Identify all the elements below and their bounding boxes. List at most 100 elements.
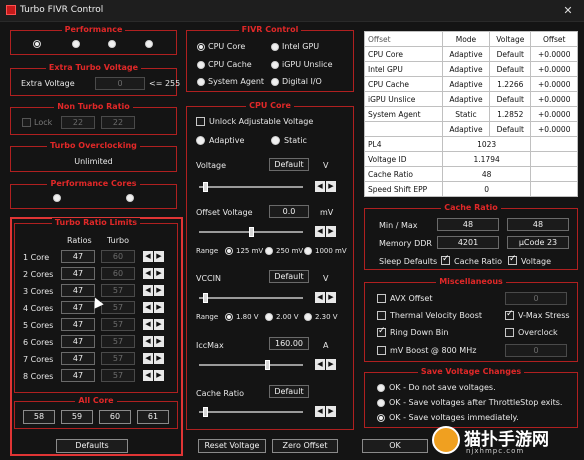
iccmax-slider[interactable] [199,360,303,370]
chevron-left-icon[interactable]: ◀ [143,302,153,313]
chevron-right-icon[interactable]: ▶ [326,406,336,417]
vccin-input[interactable]: Default [269,270,309,283]
lock-checkbox[interactable] [22,118,31,127]
unlock-voltage-checkbox[interactable] [196,117,205,126]
turbo-input[interactable]: 57 [101,335,135,348]
chevron-left-icon[interactable]: ◀ [315,181,325,192]
chevron-left-icon[interactable]: ◀ [315,359,325,370]
vccin-range-radio-230[interactable] [304,313,312,321]
turbo-input[interactable]: 57 [101,352,135,365]
chevron-left-icon[interactable]: ◀ [143,336,153,347]
offset-range-radio-125[interactable] [225,247,233,255]
chevron-left-icon[interactable]: ◀ [315,406,325,417]
ratio-input[interactable]: 47 [61,335,95,348]
turbo-input[interactable]: 57 [101,318,135,331]
chevron-right-icon[interactable]: ▶ [326,359,336,370]
iccmax-stepper[interactable]: ◀ ▶ [315,359,337,370]
zero-offset-button[interactable]: Zero Offset [272,439,338,453]
voltage-slider[interactable] [199,182,303,192]
vccin-slider[interactable] [199,293,303,303]
non-turbo-ratio-input-2[interactable]: 22 [101,116,135,129]
vccin-stepper[interactable]: ◀ ▶ [315,292,337,303]
ratio-input[interactable]: 47 [61,369,95,382]
reset-voltage-button[interactable]: Reset Voltage [198,439,266,453]
all-core-button-58[interactable]: 58 [23,410,55,424]
fivr-radio-intel-gpu[interactable] [271,43,279,51]
mv-boost-input[interactable]: 0 [505,344,567,357]
ratio-stepper[interactable]: ◀ ▶ [143,302,165,313]
cache-ratio-stepper[interactable]: ◀ ▶ [315,406,337,417]
ratio-input[interactable]: 47 [61,250,95,263]
ratio-stepper[interactable]: ◀ ▶ [143,251,165,262]
chevron-right-icon[interactable]: ▶ [154,370,164,381]
offset-voltage-stepper[interactable]: ◀ ▶ [315,226,337,237]
chevron-left-icon[interactable]: ◀ [143,268,153,279]
ratio-stepper[interactable]: ◀ ▶ [143,319,165,330]
ratio-stepper[interactable]: ◀ ▶ [143,370,165,381]
chevron-right-icon[interactable]: ▶ [154,319,164,330]
avx-offset-input[interactable]: 0 [505,292,567,305]
save-option-radio-on-exit[interactable] [377,399,385,407]
vccin-range-radio-200[interactable] [265,313,273,321]
chevron-left-icon[interactable]: ◀ [315,226,325,237]
turbo-input[interactable]: 57 [101,284,135,297]
save-option-radio-no-save[interactable] [377,384,385,392]
chevron-right-icon[interactable]: ▶ [326,292,336,303]
fivr-radio-system-agent[interactable] [197,78,205,86]
ratio-input[interactable]: 47 [61,267,95,280]
cache-min-input[interactable]: 48 [437,218,499,231]
turbo-input[interactable]: 60 [101,267,135,280]
offset-range-radio-1000[interactable] [304,247,312,255]
overclock-checkbox[interactable] [505,328,514,337]
ratio-stepper[interactable]: ◀ ▶ [143,268,165,279]
chevron-left-icon[interactable]: ◀ [143,353,153,364]
vmax-stress-checkbox[interactable] [505,309,514,320]
all-core-button-59[interactable]: 59 [61,410,93,424]
offset-voltage-input[interactable]: 0.0 [269,205,309,218]
chevron-left-icon[interactable]: ◀ [315,292,325,303]
chevron-right-icon[interactable]: ▶ [326,181,336,192]
cache-ratio-input[interactable]: Default [269,385,309,398]
ratio-input[interactable]: 47 [61,352,95,365]
voltage-stepper[interactable]: ◀ ▶ [315,181,337,192]
ratio-stepper[interactable]: ◀ ▶ [143,336,165,347]
offset-voltage-slider[interactable] [199,227,303,237]
extra-voltage-input[interactable]: 0 [95,77,145,90]
vccin-range-radio-180[interactable] [225,313,233,321]
chevron-right-icon[interactable]: ▶ [154,251,164,262]
fivr-radio-cpu-cache[interactable] [197,61,205,69]
fivr-radio-igpu-unslice[interactable] [271,61,279,69]
sleep-voltage-checkbox[interactable] [508,254,517,265]
performance-radio-2[interactable] [72,40,80,48]
chevron-right-icon[interactable]: ▶ [154,302,164,313]
chevron-right-icon[interactable]: ▶ [154,285,164,296]
chevron-right-icon[interactable]: ▶ [154,353,164,364]
close-icon[interactable]: ✕ [556,2,580,19]
ratio-input[interactable]: 47 [61,301,95,314]
chevron-right-icon[interactable]: ▶ [154,268,164,279]
voltage-input[interactable]: Default [269,158,309,171]
chevron-left-icon[interactable]: ◀ [143,285,153,296]
offset-range-radio-250[interactable] [265,247,273,255]
all-core-button-60[interactable]: 60 [99,410,131,424]
performance-radio-4[interactable] [145,40,153,48]
non-turbo-ratio-input-1[interactable]: 22 [61,116,95,129]
turbo-input[interactable]: 57 [101,301,135,314]
performance-radio-3[interactable] [108,40,116,48]
performance-radio-1[interactable] [33,40,41,48]
chevron-right-icon[interactable]: ▶ [326,226,336,237]
cache-ratio-slider[interactable] [199,407,303,417]
adaptive-radio[interactable] [196,136,205,145]
iccmax-input[interactable]: 160.00 [269,337,309,350]
avx-offset-checkbox[interactable] [377,294,386,303]
all-core-button-61[interactable]: 61 [137,410,169,424]
chevron-left-icon[interactable]: ◀ [143,370,153,381]
chevron-left-icon[interactable]: ◀ [143,251,153,262]
ratio-stepper[interactable]: ◀ ▶ [143,285,165,296]
chevron-left-icon[interactable]: ◀ [143,319,153,330]
performance-cores-radio-1[interactable] [53,194,61,202]
tvb-checkbox[interactable] [377,311,386,320]
turbo-input[interactable]: 57 [101,369,135,382]
defaults-button[interactable]: Defaults [56,439,128,453]
ratio-stepper[interactable]: ◀ ▶ [143,353,165,364]
